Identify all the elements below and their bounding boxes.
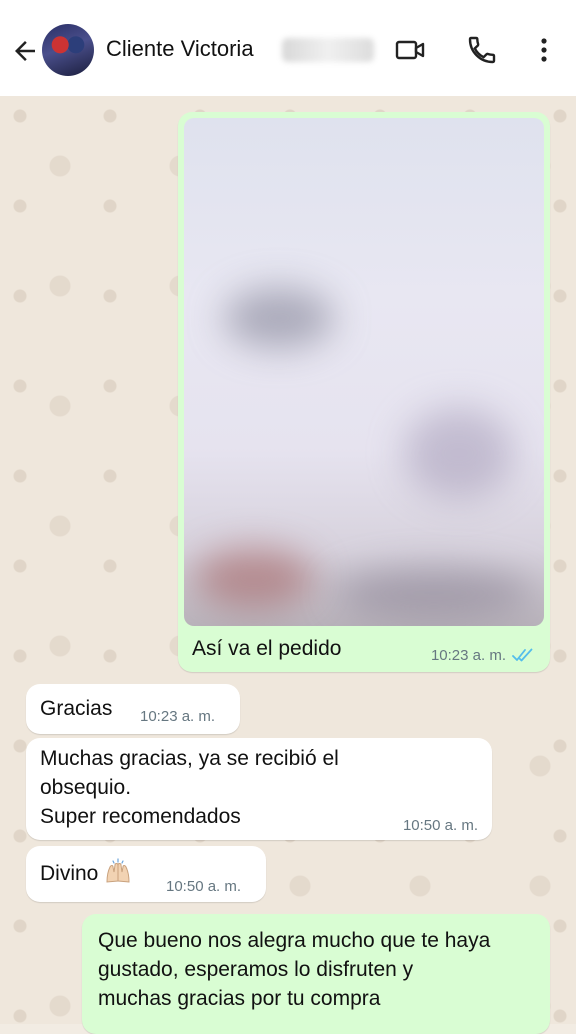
contact-avatar[interactable] [42, 24, 94, 76]
video-call-icon[interactable] [394, 34, 426, 66]
incoming-message[interactable]: Divino 10:50 a. m. [26, 846, 266, 902]
message-line: Muchas gracias, ya se recibió el [40, 747, 339, 770]
message-time: 10:23 a. m. [430, 647, 506, 664]
previous-message-edge [28, 86, 368, 94]
message-time: 10:23 a. m. [140, 708, 216, 725]
back-arrow-icon[interactable] [10, 36, 40, 66]
chat-header: Cliente Victoria [0, 0, 576, 96]
more-options-icon[interactable] [528, 34, 560, 66]
message-line: gustado, esperamos lo disfruten y [98, 958, 414, 981]
message-text: Gracias [40, 697, 113, 720]
message-line: obsequio. [40, 776, 132, 799]
outgoing-message[interactable]: Que bueno nos alegra mucho que te haya g… [82, 914, 550, 1034]
message-text: Divino [40, 862, 99, 885]
message-time: 10:50 a. m. [166, 878, 242, 895]
read-receipt-icon [512, 648, 533, 662]
image-caption: Así va el pedido [192, 637, 342, 660]
blurred-status-text [282, 38, 374, 62]
contact-name[interactable]: Cliente Victoria [106, 36, 254, 62]
incoming-message[interactable]: Muchas gracias, ya se recibió el obsequi… [26, 738, 492, 840]
blurred-photo[interactable] [184, 118, 544, 626]
incoming-message[interactable]: Gracias 10:23 a. m. [26, 684, 240, 734]
outgoing-image-message[interactable]: Así va el pedido 10:23 a. m. [178, 112, 550, 672]
raising-hands-emoji-icon [106, 858, 130, 883]
message-line: Que bueno nos alegra mucho que te haya [98, 929, 491, 952]
message-line: muchas gracias por tu compra [98, 987, 381, 1010]
message-time: 10:50 a. m. [402, 817, 478, 834]
voice-call-icon[interactable] [466, 34, 498, 66]
